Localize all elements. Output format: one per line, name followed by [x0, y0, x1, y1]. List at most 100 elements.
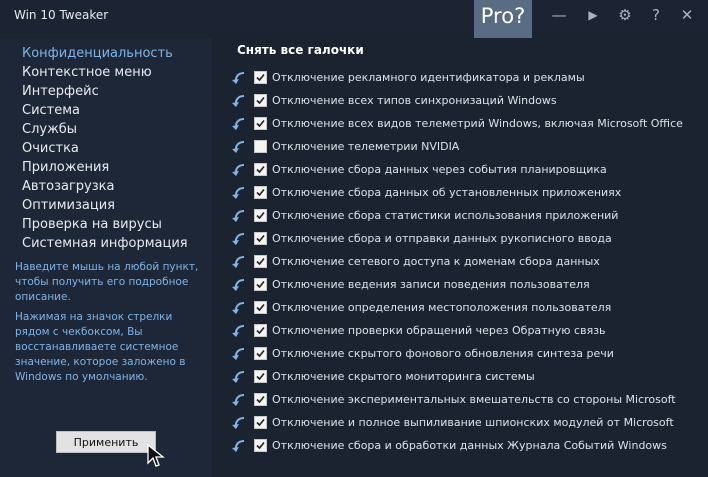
restore-default-icon[interactable] [232, 141, 246, 154]
option-row[interactable]: Отключение всех видов телеметрий Windows… [232, 116, 702, 132]
option-label[interactable]: Отключение сетевого доступа к доменам сб… [272, 255, 600, 268]
uncheck-all-button[interactable]: Снять все галочки [237, 43, 364, 57]
sidebar-item-apps[interactable]: Приложения [22, 160, 109, 175]
option-checkbox[interactable] [254, 439, 267, 452]
check-icon [256, 372, 265, 381]
restore-default-icon[interactable] [232, 302, 246, 315]
restore-default-icon[interactable] [232, 164, 246, 177]
sidebar-item-startup[interactable]: Автозагрузка [22, 179, 114, 194]
check-icon [256, 280, 265, 289]
sidebar-item-interface[interactable]: Интерфейс [22, 84, 99, 99]
check-icon [256, 303, 265, 312]
option-row[interactable]: Отключение сбора и обработки данных Журн… [232, 438, 702, 454]
restore-default-icon[interactable] [232, 417, 246, 430]
option-label[interactable]: Отключение рекламного идентификатора и р… [272, 71, 585, 84]
minimize-icon[interactable]: — [548, 5, 570, 25]
option-checkbox[interactable] [254, 163, 267, 176]
restore-default-icon[interactable] [232, 95, 246, 108]
sidebar: Конфиденциальность Контекстное меню Инте… [0, 38, 212, 477]
pro-label[interactable]: Pro? [474, 4, 532, 28]
option-label[interactable]: Отключение скрытого мониторинга системы [272, 370, 535, 383]
option-row[interactable]: Отключение экспериментальных вмешательст… [232, 392, 702, 408]
option-checkbox[interactable] [254, 117, 267, 130]
check-icon [256, 96, 265, 105]
option-checkbox[interactable] [254, 393, 267, 406]
option-checkbox[interactable] [254, 71, 267, 84]
option-checkbox[interactable] [254, 347, 267, 360]
option-label[interactable]: Отключение определения местоположения по… [272, 301, 611, 314]
restore-default-icon[interactable] [232, 394, 246, 407]
close-icon[interactable]: ✕ [676, 5, 698, 25]
check-icon [256, 73, 265, 82]
restore-default-icon[interactable] [232, 325, 246, 338]
option-label[interactable]: Отключение всех типов синхронизаций Wind… [272, 94, 557, 107]
sidebar-item-services[interactable]: Службы [22, 122, 77, 137]
option-label[interactable]: Отключение всех видов телеметрий Windows… [272, 117, 683, 130]
restore-default-icon[interactable] [232, 233, 246, 246]
option-row[interactable]: Отключение всех типов синхронизаций Wind… [232, 93, 702, 109]
option-row[interactable]: Отключение сбора данных через события пл… [232, 162, 702, 178]
option-label[interactable]: Отключение экспериментальных вмешательст… [272, 393, 676, 406]
check-icon [256, 441, 265, 450]
option-row[interactable]: Отключение проверки обращений через Обра… [232, 323, 702, 339]
restore-default-icon[interactable] [232, 279, 246, 292]
option-row[interactable]: Отключение телеметрии NVIDIA [232, 139, 702, 155]
option-label[interactable]: Отключение проверки обращений через Обра… [272, 324, 606, 337]
option-checkbox[interactable] [254, 232, 267, 245]
sidebar-item-system-info[interactable]: Системная информация [22, 236, 188, 251]
sidebar-item-cleanup[interactable]: Очистка [22, 141, 79, 156]
gear-icon[interactable]: ⚙ [614, 5, 636, 25]
option-label[interactable]: Отключение телеметрии NVIDIA [272, 140, 459, 153]
option-row[interactable]: Отключение ведения записи поведения поль… [232, 277, 702, 293]
option-checkbox[interactable] [254, 140, 267, 153]
sidebar-item-system[interactable]: Система [22, 103, 80, 118]
restore-default-icon[interactable] [232, 72, 246, 85]
option-checkbox[interactable] [254, 301, 267, 314]
sidebar-item-context-menu[interactable]: Контекстное меню [22, 65, 152, 80]
check-icon [256, 326, 265, 335]
option-label[interactable]: Отключение сбора данных через события пл… [272, 163, 607, 176]
help-icon[interactable]: ? [645, 5, 667, 25]
option-row[interactable]: Отключение сбора статистики использовани… [232, 208, 702, 224]
option-checkbox[interactable] [254, 324, 267, 337]
option-label[interactable]: Отключение сбора и обработки данных Журн… [272, 439, 667, 452]
restore-default-icon[interactable] [232, 256, 246, 269]
pro-badge[interactable]: Pro? [474, 0, 532, 46]
hover-help-text: Наведите мышь на любой пункт, чтобы полу… [15, 261, 199, 303]
check-icon [256, 119, 265, 128]
option-row[interactable]: Отключение определения местоположения по… [232, 300, 702, 316]
option-checkbox[interactable] [254, 278, 267, 291]
option-checkbox[interactable] [254, 255, 267, 268]
option-label[interactable]: Отключение скрытого фонового обновления … [272, 347, 614, 360]
restore-default-icon[interactable] [232, 187, 246, 200]
option-label[interactable]: Отключение сбора статистики использовани… [272, 209, 618, 222]
sidebar-item-privacy[interactable]: Конфиденциальность [22, 46, 173, 61]
option-checkbox[interactable] [254, 370, 267, 383]
option-row[interactable]: Отключение сбора и отправки данных рукоп… [232, 231, 702, 247]
sidebar-item-virus-check[interactable]: Проверка на вирусы [22, 217, 162, 232]
restore-default-icon[interactable] [232, 371, 246, 384]
option-label[interactable]: Отключение и полное выпиливание шпионски… [272, 416, 674, 429]
app-title: Win 10 Tweaker [14, 8, 109, 22]
option-label[interactable]: Отключение сбора и отправки данных рукоп… [272, 232, 612, 245]
option-row[interactable]: Отключение скрытого мониторинга системы [232, 369, 702, 385]
option-row[interactable]: Отключение сбора данных об установленных… [232, 185, 702, 201]
check-icon [256, 211, 265, 220]
option-row[interactable]: Отключение сетевого доступа к доменам сб… [232, 254, 702, 270]
option-checkbox[interactable] [254, 94, 267, 107]
restore-default-icon[interactable] [232, 440, 246, 453]
restore-default-icon[interactable] [232, 348, 246, 361]
play-icon[interactable]: ▶ [582, 5, 604, 25]
option-row[interactable]: Отключение и полное выпиливание шпионски… [232, 415, 702, 431]
option-checkbox[interactable] [254, 209, 267, 222]
option-row[interactable]: Отключение рекламного идентификатора и р… [232, 70, 702, 86]
sidebar-item-optimization[interactable]: Оптимизация [22, 198, 115, 213]
restore-default-icon[interactable] [232, 118, 246, 131]
option-label[interactable]: Отключение сбора данных об установленных… [272, 186, 621, 199]
restore-default-icon[interactable] [232, 210, 246, 223]
option-row[interactable]: Отключение скрытого фонового обновления … [232, 346, 702, 362]
apply-button[interactable]: Применить [56, 431, 156, 453]
option-label[interactable]: Отключение ведения записи поведения поль… [272, 278, 590, 291]
option-checkbox[interactable] [254, 416, 267, 429]
option-checkbox[interactable] [254, 186, 267, 199]
